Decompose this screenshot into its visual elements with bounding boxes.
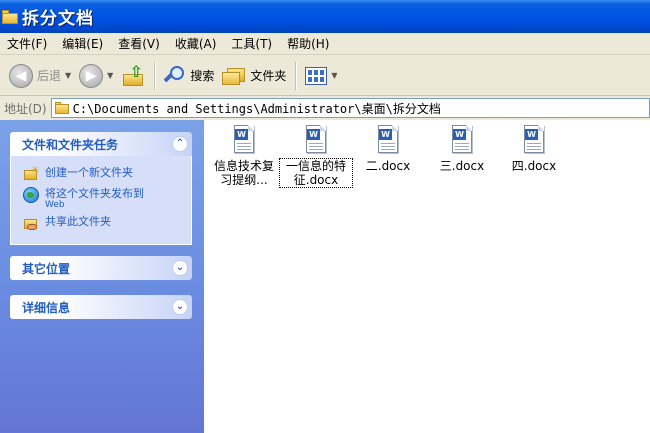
file-name: 四.docx (511, 159, 557, 173)
back-arrow-icon: ◀ (9, 63, 33, 88)
toolbar-separator (154, 61, 156, 90)
forward-dropdown-icon[interactable]: ▼ (107, 71, 113, 80)
menu-bar: 文件(F) 编辑(E) 查看(V) 收藏(A) 工具(T) 帮助(H) (0, 33, 650, 55)
address-input[interactable]: C:\Documents and Settings\Administrator\… (50, 98, 650, 118)
file-item[interactable]: W 信息技术复习提纲... (208, 125, 280, 187)
menu-view[interactable]: 查看(V) (111, 33, 168, 55)
back-button[interactable]: ◀ 后退 ▼ (5, 60, 75, 92)
window-title: 拆分文档 (22, 9, 94, 29)
toolbar-separator (295, 61, 297, 90)
task-publish-web[interactable]: 将这个文件夹发布到 Web (23, 187, 185, 210)
views-dropdown-icon[interactable]: ▼ (331, 71, 337, 80)
expand-chevron-icon[interactable]: ⌄ (172, 299, 188, 315)
back-label: 后退 (37, 69, 62, 83)
forward-button[interactable]: ▶ ▼ (75, 60, 117, 92)
word-document-icon: W (522, 125, 546, 155)
file-name: 三.docx (439, 159, 485, 173)
toolbar: ◀ 后退 ▼ ▶ ▼ ⇧ 搜索 文件夹 ▼ (0, 56, 650, 96)
menu-edit[interactable]: 编辑(E) (55, 33, 111, 55)
file-name: 一信息的特征.docx (279, 158, 353, 188)
panel-title: 文件和文件夹任务 (22, 137, 119, 152)
expand-chevron-icon[interactable]: ⌄ (172, 260, 188, 276)
file-folder-tasks-body: ✳ 创建一个新文件夹 将这个文件夹发布到 Web 共享此文件夹 (10, 156, 192, 245)
folder-icon (54, 102, 69, 114)
file-folder-tasks-header[interactable]: 文件和文件夹任务 ⌃ (10, 132, 192, 156)
file-item[interactable]: W 二.docx (352, 125, 424, 173)
file-item[interactable]: W 一信息的特征.docx (279, 125, 353, 188)
folders-label: 文件夹 (250, 69, 287, 83)
file-folder-tasks-panel: 文件和文件夹任务 ⌃ ✳ 创建一个新文件夹 将这个文件夹发布到 Web 共享此文件… (10, 132, 192, 245)
details-header[interactable]: 详细信息 ⌄ (10, 295, 192, 319)
task-share-folder[interactable]: 共享此文件夹 (23, 215, 185, 231)
file-name: 信息技术复习提纲... (213, 159, 274, 187)
menu-tools[interactable]: 工具(T) (224, 33, 280, 55)
address-path: C:\Documents and Settings\Administrator\… (72, 101, 441, 116)
globe-icon (23, 187, 39, 203)
address-label: 地址(D) (4, 101, 47, 116)
address-bar: 地址(D) C:\Documents and Settings\Administ… (0, 97, 650, 119)
panel-title: 其它位置 (22, 261, 71, 276)
back-dropdown-icon[interactable]: ▼ (65, 71, 71, 80)
word-document-icon: W (376, 125, 400, 155)
task-pane: 文件和文件夹任务 ⌃ ✳ 创建一个新文件夹 将这个文件夹发布到 Web 共享此文件… (0, 120, 204, 433)
up-button[interactable]: ⇧ (117, 60, 149, 92)
folders-button[interactable]: 文件夹 (218, 60, 290, 92)
word-document-icon: W (450, 125, 474, 155)
share-folder-icon (23, 215, 39, 231)
title-bar[interactable]: 拆分文档 (0, 0, 650, 33)
word-document-icon: W (232, 125, 256, 155)
file-item[interactable]: W 三.docx (426, 125, 498, 173)
file-name: 二.docx (365, 159, 411, 173)
search-icon (163, 65, 186, 87)
folder-up-icon: ⇧ (121, 63, 145, 88)
menu-favorites[interactable]: 收藏(A) (168, 33, 225, 55)
collapse-chevron-icon[interactable]: ⌃ (172, 136, 188, 152)
menu-help[interactable]: 帮助(H) (280, 33, 337, 55)
folder-icon (2, 9, 18, 24)
task-new-folder[interactable]: ✳ 创建一个新文件夹 (23, 165, 185, 182)
task-label: 创建一个新文件夹 (45, 166, 133, 179)
other-places-panel: 其它位置 ⌄ (10, 256, 192, 280)
folders-icon (222, 66, 246, 86)
file-list-area[interactable]: W 信息技术复习提纲... W 一信息的特征.docx W 二.docx W 三… (204, 120, 650, 433)
views-button[interactable]: ▼ (301, 60, 341, 92)
task-label: 将这个文件夹发布到 Web (45, 187, 144, 210)
forward-arrow-icon: ▶ (79, 63, 104, 88)
new-folder-icon: ✳ (23, 165, 39, 182)
search-button[interactable]: 搜索 (160, 60, 218, 92)
word-document-icon: W (304, 125, 328, 155)
panel-title: 详细信息 (22, 300, 71, 315)
menu-file[interactable]: 文件(F) (0, 33, 55, 55)
file-item[interactable]: W 四.docx (498, 125, 570, 173)
other-places-header[interactable]: 其它位置 ⌄ (10, 256, 192, 280)
task-label: 共享此文件夹 (45, 215, 111, 228)
views-icon (305, 66, 328, 85)
details-panel: 详细信息 ⌄ (10, 295, 192, 319)
search-label: 搜索 (190, 69, 215, 83)
